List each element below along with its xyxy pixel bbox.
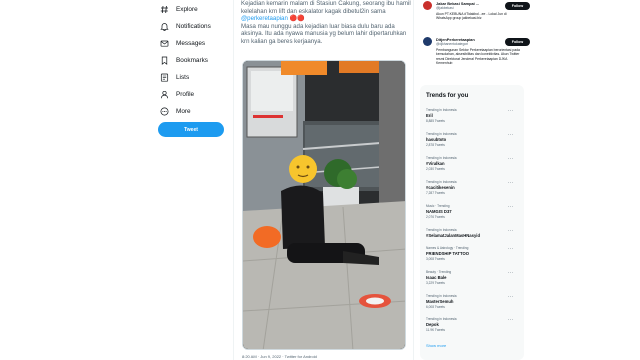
more-options-icon[interactable]: ··· bbox=[508, 132, 515, 138]
tweet-text-part: Masa mau nunggu ada kejadian luar biasa … bbox=[241, 22, 407, 45]
follow-suggestion: Jakar Bekasi Sampai ... @jakbekasi Akun … bbox=[423, 1, 533, 31]
more-options-icon[interactable]: ··· bbox=[508, 108, 515, 114]
trend-count: 3,229 Tweets bbox=[426, 281, 445, 285]
nav-label-messages: Messages bbox=[176, 39, 206, 47]
more-options-icon[interactable]: ··· bbox=[508, 246, 515, 252]
nav-label-lists: Lists bbox=[176, 73, 190, 81]
person-icon bbox=[160, 90, 169, 99]
nav-label-notifications: Notifications bbox=[176, 22, 211, 30]
trend-item[interactable]: Beauty · Trending Isaac Bale 3,229 Tweet… bbox=[426, 270, 522, 294]
suggestion-bio: Pembangunan Sektor Perkeretaapian berori… bbox=[436, 48, 520, 66]
photo-scene bbox=[243, 61, 405, 349]
trend-item[interactable]: Trending in Indonesia Eril 8,885 Tweets … bbox=[426, 108, 522, 132]
envelope-icon bbox=[160, 39, 169, 48]
suggestion-handle: @jakbekasi bbox=[436, 6, 454, 10]
trend-item[interactable]: Trending in Indonesia Depok 11.9K Tweets… bbox=[426, 317, 522, 341]
trend-count: 3,008 Tweets bbox=[426, 257, 445, 261]
more-options-icon[interactable]: ··· bbox=[508, 180, 515, 186]
more-options-icon[interactable]: ··· bbox=[508, 317, 515, 323]
more-options-icon[interactable]: ··· bbox=[508, 228, 515, 234]
trend-count: 11.9K Tweets bbox=[426, 328, 446, 332]
left-navigation: Explore Notifications Messages Bookmarks… bbox=[152, 0, 232, 360]
trend-item[interactable]: Trending in Indonesia #Viralkan 2,030 Tw… bbox=[426, 156, 522, 180]
trends-panel: Trends for you Trending in Indonesia Eri… bbox=[420, 85, 524, 360]
follow-button[interactable]: Follow bbox=[505, 38, 530, 46]
nav-item-profile[interactable]: Profile bbox=[160, 85, 194, 103]
list-icon bbox=[160, 73, 169, 82]
nav-label-more: More bbox=[176, 107, 191, 115]
tweet-timestamp: 8:20 AM · Jun 9, 2022 · Twitter for Andr… bbox=[242, 354, 317, 359]
avatar[interactable] bbox=[423, 1, 432, 10]
nav-label-explore: Explore bbox=[176, 5, 198, 13]
more-options-icon[interactable]: ··· bbox=[508, 270, 515, 276]
bookmark-icon bbox=[160, 56, 169, 65]
trend-count: 7,287 Tweets bbox=[426, 191, 445, 195]
more-options-icon[interactable]: ··· bbox=[508, 156, 515, 162]
trends-title: Trends for you bbox=[426, 92, 469, 99]
trend-item[interactable]: Trending in Indonesia MasterSemuh 6,008 … bbox=[426, 294, 522, 318]
more-options-icon[interactable]: ··· bbox=[508, 204, 515, 210]
trend-item[interactable]: Names & Astrology · Trending FRIENDSHIP … bbox=[426, 246, 522, 270]
avatar[interactable] bbox=[423, 37, 432, 46]
more-options-icon[interactable]: ··· bbox=[508, 294, 515, 300]
nav-label-profile: Profile bbox=[176, 90, 195, 98]
follow-suggestion: DitjenPerkeretaapian @djkhanentokategori… bbox=[423, 37, 533, 67]
trend-item[interactable]: Trending in Indonesia hasubtoto 2,878 Tw… bbox=[426, 132, 522, 156]
tweet-text: Kejadian kemarin malam di Stasiun Cakung… bbox=[241, 0, 411, 46]
mention-link[interactable]: @perkeretaapian bbox=[241, 15, 288, 22]
tweet-button[interactable]: Tweet bbox=[158, 122, 224, 137]
follow-button[interactable]: Follow bbox=[505, 2, 530, 10]
more-circle-icon bbox=[160, 107, 169, 116]
tweet-photo[interactable] bbox=[242, 60, 406, 350]
trend-count: 2,030 Tweets bbox=[426, 167, 445, 171]
trend-count: 2,878 Tweets bbox=[426, 143, 445, 147]
tweet-detail: Kejadian kemarin malam di Stasiun Cakung… bbox=[233, 0, 413, 360]
tweet-emoji: 🔴🔴 bbox=[287, 15, 305, 23]
bell-icon bbox=[160, 22, 169, 31]
suggestion-handle: @djkhanentokategori bbox=[436, 42, 469, 46]
nav-item-messages[interactable]: Messages bbox=[160, 34, 205, 52]
trend-item[interactable]: Trending in Indonesia #cacitikesenin 7,2… bbox=[426, 180, 522, 204]
nav-item-lists[interactable]: Lists bbox=[160, 68, 189, 86]
trend-count: 2,076 Tweets bbox=[426, 215, 445, 219]
nav-item-bookmarks[interactable]: Bookmarks bbox=[160, 51, 208, 69]
trend-count: 8,885 Tweets bbox=[426, 119, 445, 123]
nav-item-notifications[interactable]: Notifications bbox=[160, 17, 211, 35]
show-more-link[interactable]: Show more bbox=[426, 343, 446, 348]
nav-item-more[interactable]: More bbox=[160, 102, 191, 120]
nav-item-explore[interactable]: Explore bbox=[160, 0, 198, 18]
nav-label-bookmarks: Bookmarks bbox=[176, 56, 208, 64]
trend-count: 6,008 Tweets bbox=[426, 305, 445, 309]
trend-item[interactable]: Music · Trending NAMGIS D37 2,076 Tweets… bbox=[426, 204, 522, 228]
hashtag-icon bbox=[160, 5, 169, 14]
suggestion-bio: Akun PT.KEBUNA #Tidakbol...ee - Lokal Ju… bbox=[436, 12, 507, 21]
tweet-text-part: Kejadian kemarin malam di Stasiun Cakung… bbox=[241, 0, 411, 15]
